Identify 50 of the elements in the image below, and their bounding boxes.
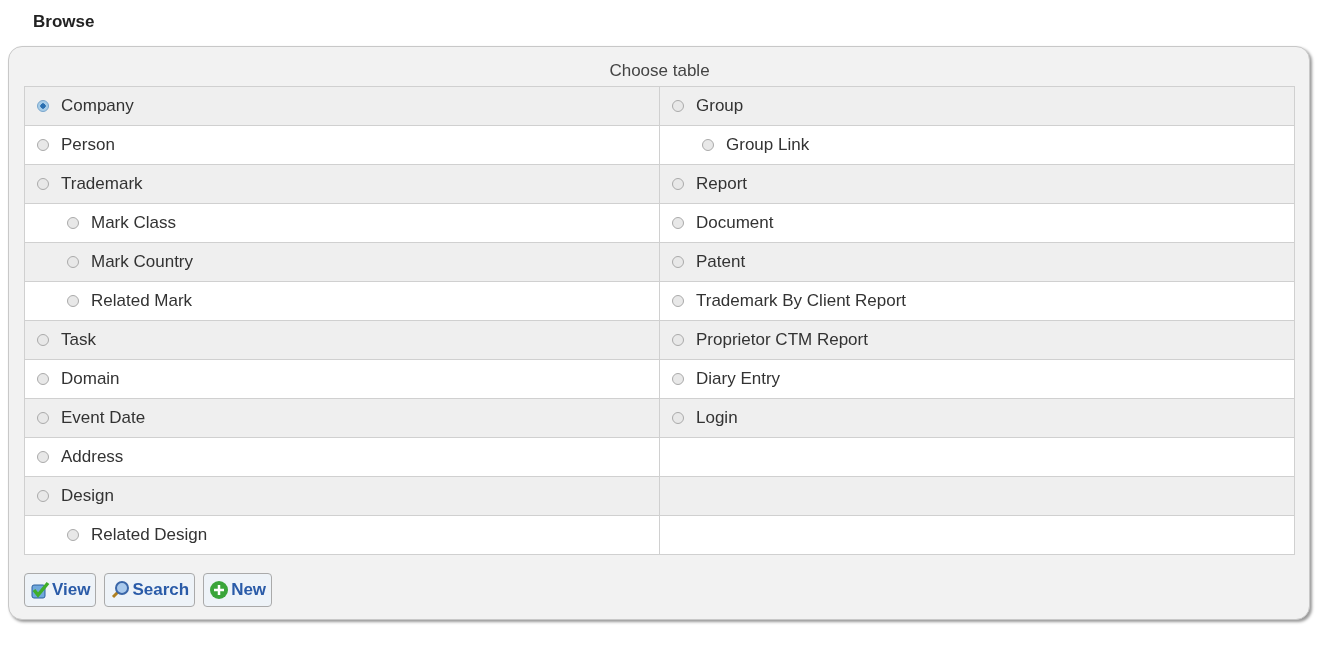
checkmark-icon [30, 580, 50, 600]
radio-button[interactable] [37, 333, 49, 346]
view-button[interactable]: View [24, 573, 97, 607]
table-option[interactable]: Trademark [37, 173, 143, 194]
table-option[interactable]: Design [37, 485, 114, 506]
radio-button[interactable] [672, 333, 684, 346]
table-option[interactable]: Address [37, 446, 124, 467]
radio-button[interactable] [672, 372, 684, 385]
magnifier-icon [110, 580, 131, 600]
radio-button[interactable] [37, 489, 49, 502]
table-option[interactable]: Related Design [67, 524, 208, 545]
radio-button[interactable] [37, 411, 49, 424]
table-option[interactable]: Group Link [702, 134, 810, 155]
radio-button[interactable] [672, 99, 684, 112]
table-option[interactable]: Mark Class [67, 212, 176, 233]
table-option[interactable]: Group [672, 95, 744, 116]
new-button[interactable]: New [203, 573, 273, 607]
table-option[interactable]: Proprietor CTM Report [672, 329, 868, 350]
table-option[interactable]: Domain [37, 368, 120, 389]
table-option[interactable]: Related Mark [67, 290, 193, 311]
table-caption: Choose table [608, 60, 711, 82]
radio-button[interactable] [67, 216, 79, 229]
radio-button[interactable] [37, 372, 49, 385]
table-option[interactable]: Task [37, 329, 96, 350]
table-option[interactable]: Document [672, 212, 774, 233]
search-button[interactable]: Search [104, 573, 196, 607]
radio-button[interactable] [37, 99, 49, 112]
radio-button[interactable] [672, 255, 684, 268]
radio-button[interactable] [37, 177, 49, 190]
radio-button[interactable] [702, 138, 714, 151]
table-option[interactable]: Event Date [37, 407, 146, 428]
table-option[interactable]: Report [672, 173, 748, 194]
table-option[interactable]: Mark Country [67, 251, 194, 272]
radio-button[interactable] [672, 411, 684, 424]
table-option[interactable]: Patent [672, 251, 746, 272]
radio-button[interactable] [672, 177, 684, 190]
page-heading: Browse [33, 12, 96, 32]
plus-icon [209, 580, 230, 600]
radio-button[interactable] [672, 294, 684, 307]
table-option[interactable]: Person [37, 134, 115, 155]
radio-button[interactable] [672, 216, 684, 229]
radio-button[interactable] [67, 294, 79, 307]
table-option[interactable]: Trademark By Client Report [672, 290, 907, 311]
table-option[interactable]: Login [672, 407, 738, 428]
radio-button[interactable] [67, 528, 79, 541]
radio-button[interactable] [37, 450, 49, 463]
table-option[interactable]: Company [37, 95, 134, 116]
radio-button[interactable] [37, 138, 49, 151]
radio-button[interactable] [67, 255, 79, 268]
table-option[interactable]: Diary Entry [672, 368, 781, 389]
